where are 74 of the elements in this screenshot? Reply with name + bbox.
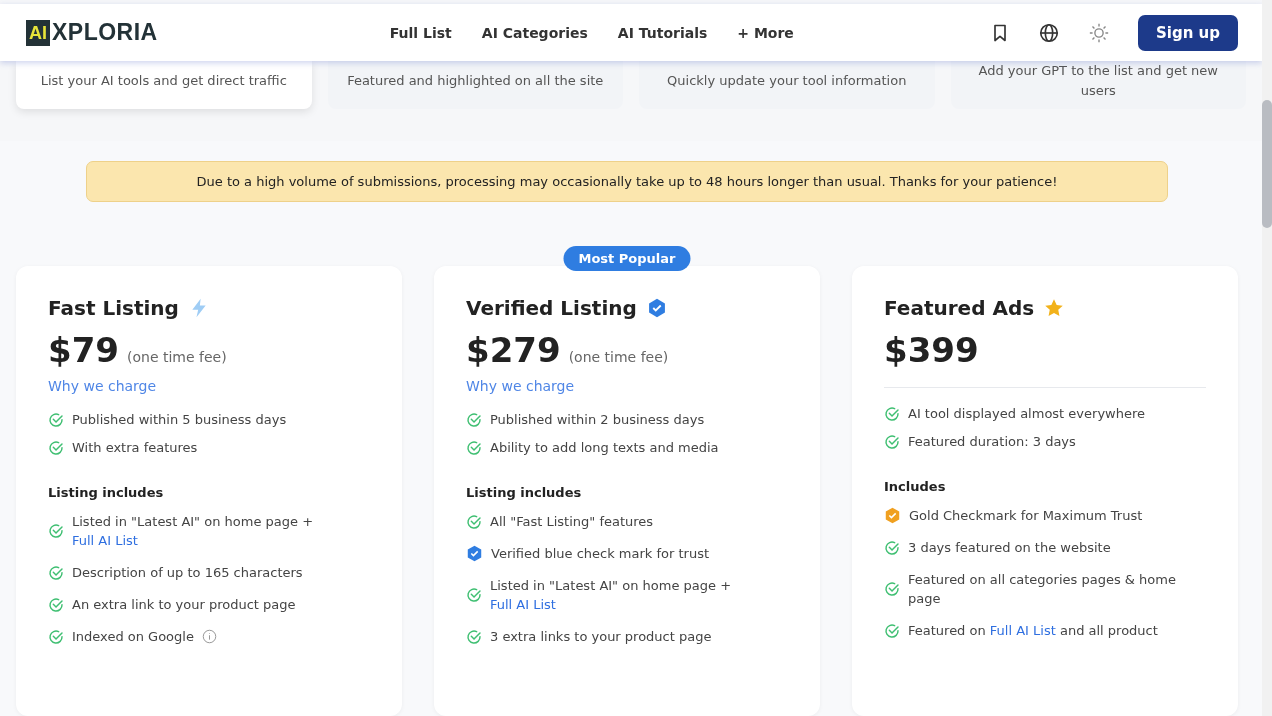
feature-text: Description of up to 165 characters <box>72 564 303 582</box>
logo[interactable]: AI XPLORIA <box>26 19 158 46</box>
feature-text: Gold Checkmark for Maximum Trust <box>909 507 1143 525</box>
nav-link[interactable]: AI Tutorials <box>617 24 708 41</box>
verified-badge-icon <box>646 298 667 318</box>
section-heading: Listing includes <box>48 485 165 500</box>
card-description: List your AI tools and get direct traffic <box>40 72 287 90</box>
option-card[interactable]: Featured and highlighted on all the site <box>327 61 623 109</box>
popular-badge: Most Popular <box>563 246 691 271</box>
full-list-link[interactable]: Full AI List <box>989 623 1056 638</box>
check-circle-icon <box>884 622 900 639</box>
nav-link[interactable]: AI Categories <box>481 24 588 41</box>
globe-icon[interactable] <box>1038 21 1060 44</box>
feature-text: With extra features <box>72 439 198 457</box>
nav-link[interactable]: Full List <box>389 24 452 41</box>
check-circle-icon <box>48 596 64 613</box>
why-we-charge-link[interactable]: Why we charge <box>48 378 370 394</box>
feature-text: Ability to add long texts and media <box>490 439 719 457</box>
section-heading: Listing includes <box>466 485 583 500</box>
option-card[interactable]: Add your GPT to the list and get new users <box>950 61 1246 109</box>
scrollbar[interactable] <box>1262 0 1272 716</box>
feature-text: Published within 5 business days <box>72 411 287 429</box>
star-icon <box>1044 298 1065 318</box>
feature-text: 3 days featured on the website <box>908 539 1111 557</box>
price-note: (one time fee) <box>568 349 669 365</box>
plan-title: Fast Listing <box>48 296 179 320</box>
feature-text: 3 extra links to your product page <box>490 628 712 646</box>
check-circle-icon <box>48 439 64 456</box>
why-we-charge-link[interactable]: Why we charge <box>466 378 788 394</box>
price-note: (one time fee) <box>127 349 227 365</box>
check-circle-icon <box>48 523 64 539</box>
price: $399 <box>884 330 979 370</box>
nav-link[interactable]: + More <box>737 24 794 41</box>
card-description: Quickly update your tool information <box>667 72 907 90</box>
check-circle-icon <box>48 411 64 428</box>
check-circle-icon <box>466 439 482 456</box>
check-circle-icon <box>48 628 64 645</box>
feature-text: Featured on Full AI List and all product <box>908 622 1158 640</box>
price: $79 <box>48 330 119 370</box>
check-circle-icon <box>466 628 482 645</box>
check-circle-icon <box>884 581 900 597</box>
feature-text: AI tool displayed almost everywhere <box>908 405 1145 423</box>
sign-up-button[interactable]: Sign up <box>1138 14 1238 51</box>
price: $279 <box>466 330 561 370</box>
sun-icon[interactable] <box>1088 21 1110 44</box>
check-circle-icon <box>884 405 900 422</box>
verified-badge-icon <box>466 545 483 562</box>
feature-text: Published within 2 business days <box>490 411 705 429</box>
feature-text: An extra link to your product page <box>72 596 296 614</box>
check-circle-icon <box>884 539 900 556</box>
trust-badge-icon <box>884 507 901 524</box>
card-description: Featured and highlighted on all the site <box>347 72 604 90</box>
feature-text: All "Fast Listing" features <box>490 513 654 531</box>
feature-text: Listed in "Latest AI" on home page + Full AI List <box>72 513 315 550</box>
feature-text: Featured on all categories pages & home page <box>908 571 1177 608</box>
check-circle-icon <box>466 411 482 428</box>
notice-text: Due to a high volume of submissions, processing may occasionally take up to 48 hours longer than usual. Thanks for your patience! <box>196 174 1058 189</box>
feature-text: Indexed on Google <box>72 628 194 646</box>
full-list-link[interactable]: Full AI List <box>490 597 556 612</box>
option-card[interactable]: List your AI tools and get direct traffic <box>16 61 312 109</box>
plan-title: Featured Ads <box>884 296 1035 320</box>
feature-text: Featured duration: 3 days <box>908 433 1076 451</box>
section-heading: Includes <box>884 479 947 494</box>
check-circle-icon <box>466 513 482 530</box>
feature-text: Verified blue check mark for trust <box>491 545 710 563</box>
check-circle-icon <box>466 587 482 603</box>
check-circle-icon <box>884 433 900 450</box>
feature-text: Listed in "Latest AI" on home page + Full AI List <box>490 577 733 614</box>
plan-title: Verified Listing <box>466 296 637 320</box>
scrollbar-thumb[interactable] <box>1262 100 1272 228</box>
full-list-link[interactable]: Full AI List <box>72 533 138 548</box>
card-description: Add your GPT to the list and get new users <box>977 62 1219 100</box>
check-circle-icon <box>48 564 64 581</box>
option-card[interactable]: Quickly update your tool information <box>639 61 935 109</box>
